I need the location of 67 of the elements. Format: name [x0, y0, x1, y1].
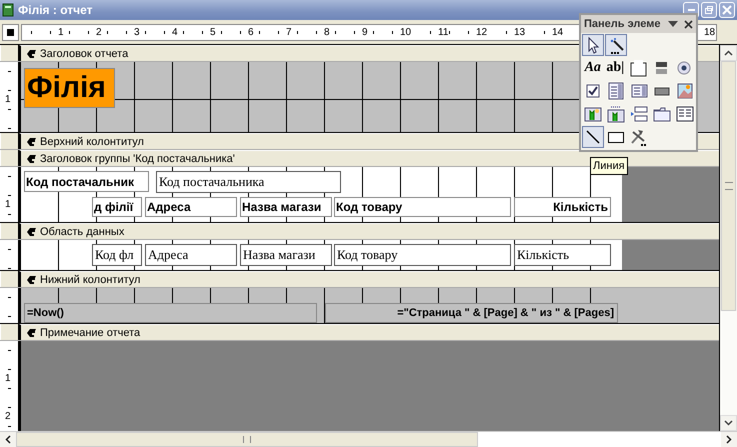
magic-wand-tool[interactable]: [605, 34, 627, 56]
expression-box[interactable]: ="Страница " & [Page] & " из " & [Pages]: [325, 303, 618, 323]
select-report-button[interactable]: [2, 24, 19, 40]
section-selector[interactable]: [0, 223, 19, 239]
toolbox-title: Панель элеме: [584, 18, 662, 30]
pointing-hand-icon: [26, 136, 37, 146]
ruler-number: 5: [209, 26, 217, 38]
report-title-label[interactable]: Філія: [24, 68, 115, 108]
ruler-number: 10: [399, 26, 412, 38]
restore-icon: [704, 5, 714, 15]
section-header[interactable]: Примечание отчета: [19, 324, 719, 340]
field-label[interactable]: Код постачальник: [24, 171, 149, 192]
field-label[interactable]: Адреса: [145, 197, 237, 217]
scroll-left-icon[interactable]: [5, 435, 11, 444]
ruler-number: 9: [361, 26, 369, 38]
pointing-hand-icon: [26, 274, 37, 284]
line-tool[interactable]: [582, 126, 604, 148]
text-box[interactable]: Назва магази: [240, 244, 332, 266]
ruler-number: 2: [5, 411, 11, 422]
field-label[interactable]: д філії: [92, 197, 142, 217]
pointing-hand-icon: [26, 48, 37, 58]
text-box[interactable]: Адреса: [145, 244, 237, 266]
ruler-number: 1: [5, 373, 11, 384]
field-label[interactable]: Код товару: [334, 197, 511, 217]
section-selector[interactable]: [0, 150, 19, 166]
subform-icon: [675, 104, 695, 124]
ruler-number: 8: [323, 26, 331, 38]
option-group-icon: [628, 58, 648, 78]
text-box[interactable]: Код постачальника: [156, 171, 341, 193]
bound-frame-icon: [606, 104, 626, 124]
ruler-number: 18: [703, 26, 716, 38]
tooltip: Линия: [590, 157, 628, 175]
close-icon[interactable]: [684, 20, 693, 28]
text-box[interactable]: Код фл: [92, 244, 142, 266]
ruler-number: 1: [5, 199, 11, 210]
section-selector[interactable]: [0, 133, 19, 149]
horizontal-scrollbar[interactable]: [0, 431, 737, 447]
pointing-hand-icon: [26, 328, 37, 338]
tools-icon: [629, 127, 649, 147]
image-icon: [675, 81, 695, 101]
ruler-number: 3: [133, 26, 141, 38]
scroll-right-icon[interactable]: [726, 435, 732, 444]
window-title: Філія : отчет: [18, 3, 94, 17]
ruler-number: 6: [247, 26, 255, 38]
pointing-hand-icon: [26, 154, 37, 164]
section-selector[interactable]: [0, 271, 19, 287]
text-box[interactable]: Код товару: [334, 244, 511, 266]
close-icon: [722, 5, 732, 15]
report-icon: [2, 3, 14, 17]
scroll-up-icon[interactable]: [724, 50, 733, 56]
scroll-down-icon[interactable]: [724, 420, 733, 426]
pointing-hand-icon: [26, 226, 37, 236]
field-label[interactable]: Кількість: [514, 197, 611, 217]
section-header[interactable]: Нижний колонтитул: [19, 271, 719, 287]
combo-box-icon: [606, 81, 626, 101]
field-label[interactable]: Назва магази: [240, 197, 332, 217]
ruler-number: 13: [513, 26, 526, 38]
text-box[interactable]: Кількість: [514, 244, 611, 266]
pointer-tool[interactable]: [582, 34, 604, 56]
page-break-icon: [629, 104, 649, 124]
section-selector[interactable]: [0, 324, 19, 340]
vertical-scrollbar[interactable]: [720, 45, 737, 431]
expression-box[interactable]: =Now(): [24, 303, 317, 323]
ruler-number: 1: [5, 94, 11, 105]
minimize-icon: [688, 9, 694, 11]
section-header[interactable]: Область данных: [19, 223, 719, 239]
section-selector[interactable]: [0, 45, 19, 61]
